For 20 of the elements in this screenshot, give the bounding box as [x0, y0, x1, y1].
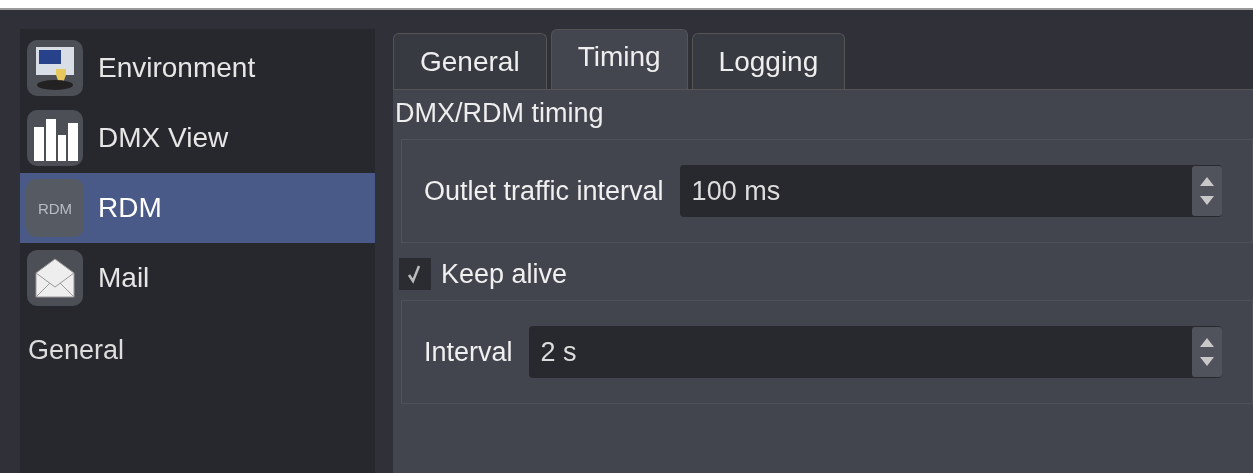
field-label: Interval: [424, 336, 513, 368]
sidebar-item[interactable]: RDM RDM: [20, 173, 375, 243]
sidebar-item[interactable]: Environment: [20, 33, 375, 103]
spinner-arrows-icon[interactable]: [1192, 166, 1222, 216]
bar-chart-icon: [26, 109, 84, 167]
section-label: General: [27, 334, 126, 366]
spin-box[interactable]: 2 s: [528, 326, 1222, 378]
tab[interactable]: Logging: [691, 33, 846, 89]
spin-box[interactable]: 100 ms: [679, 165, 1222, 217]
rdm-icon: RDM: [26, 179, 84, 237]
tab[interactable]: Timing: [550, 29, 688, 89]
spinner-arrows-icon[interactable]: [1192, 327, 1222, 377]
group-title: DMX/RDM timing: [394, 98, 604, 129]
field-label: Outlet traffic interval: [424, 175, 664, 207]
monitor-brush-icon: [26, 39, 84, 97]
sidebar-item[interactable]: Mail: [20, 243, 375, 313]
checkbox-label: Keep alive: [441, 258, 568, 290]
tab[interactable]: General: [393, 33, 547, 89]
sidebar-item[interactable]: DMX View: [20, 103, 375, 173]
envelope-icon: [26, 249, 84, 307]
